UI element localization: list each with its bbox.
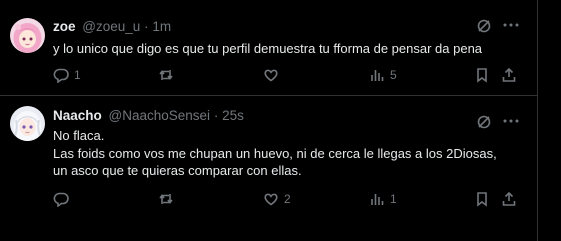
tweet-header: Naacho @NaachoSensei · 25s: [53, 108, 244, 123]
bookmark-icon: [477, 68, 487, 83]
avatar[interactable]: [10, 18, 45, 53]
anime-girl-white-hair-avatar-icon: [10, 106, 45, 141]
display-name[interactable]: zoe: [53, 19, 76, 34]
tweet-actions: 2 1: [53, 190, 523, 208]
reply-button[interactable]: 1: [53, 66, 81, 84]
grok-icon[interactable]: [476, 18, 492, 34]
tweet[interactable]: zoe @zoeu_u · 1m y lo unico que digo es …: [0, 0, 537, 96]
tweet-text: No flaca. Las foids como vos me chupan u…: [53, 127, 497, 180]
avatar[interactable]: [10, 106, 45, 141]
share-button[interactable]: [501, 66, 517, 84]
bookmark-icon: [477, 192, 487, 207]
tweet-actions: 1 5: [53, 66, 523, 84]
share-icon: [502, 191, 516, 206]
bookmark-button[interactable]: [474, 190, 490, 208]
like-count: 2: [284, 192, 291, 206]
separator-dot: ·: [213, 108, 219, 123]
reply-thread: zoe @zoeu_u · 1m y lo unico que digo es …: [0, 0, 538, 241]
like-button[interactable]: [263, 66, 284, 84]
reply-icon: [53, 68, 69, 83]
heart-icon: [264, 193, 278, 206]
reply-count: 1: [74, 68, 81, 82]
tweet-header: zoe @zoeu_u · 1m: [53, 19, 171, 34]
tweet-text-line: No flaca.: [53, 128, 105, 143]
reply-icon: [53, 192, 69, 207]
more-icon[interactable]: [502, 113, 520, 129]
view-count: 1: [390, 192, 397, 206]
views-button[interactable]: 5: [369, 66, 397, 84]
view-count: 5: [390, 68, 397, 82]
anime-girl-pink-hair-avatar-icon: [10, 18, 45, 53]
display-name[interactable]: Naacho: [53, 108, 102, 123]
share-button[interactable]: [501, 190, 517, 208]
tweet-text: y lo unico que digo es que tu perfil dem…: [53, 40, 482, 58]
tweet-text-line: y lo unico que digo es que tu perfil dem…: [53, 41, 483, 56]
handle[interactable]: @zoeu_u: [82, 19, 140, 34]
like-button[interactable]: 2: [263, 190, 291, 208]
views-button[interactable]: 1: [369, 190, 397, 208]
analytics-icon: [371, 70, 384, 81]
share-icon: [502, 67, 516, 82]
timestamp[interactable]: 1m: [152, 19, 171, 34]
bookmark-button[interactable]: [474, 66, 490, 84]
retweet-icon: [159, 70, 173, 80]
reply-button[interactable]: [53, 190, 74, 208]
timestamp[interactable]: 25s: [222, 108, 244, 123]
handle[interactable]: @NaachoSensei: [109, 108, 211, 123]
retweet-button[interactable]: [158, 190, 179, 208]
tweet-text-line: un asco que te quieras comparar con ella…: [53, 163, 302, 178]
tweet-text-line: Las foids como vos me chupan un huevo, n…: [53, 145, 497, 161]
retweet-button[interactable]: [158, 66, 179, 84]
tweet[interactable]: Naacho @NaachoSensei · 25s No flaca. Las…: [0, 96, 537, 241]
analytics-icon: [371, 194, 384, 205]
separator-dot: ·: [144, 19, 149, 34]
heart-icon: [264, 69, 278, 82]
more-icon[interactable]: [502, 17, 520, 33]
retweet-icon: [159, 194, 173, 204]
